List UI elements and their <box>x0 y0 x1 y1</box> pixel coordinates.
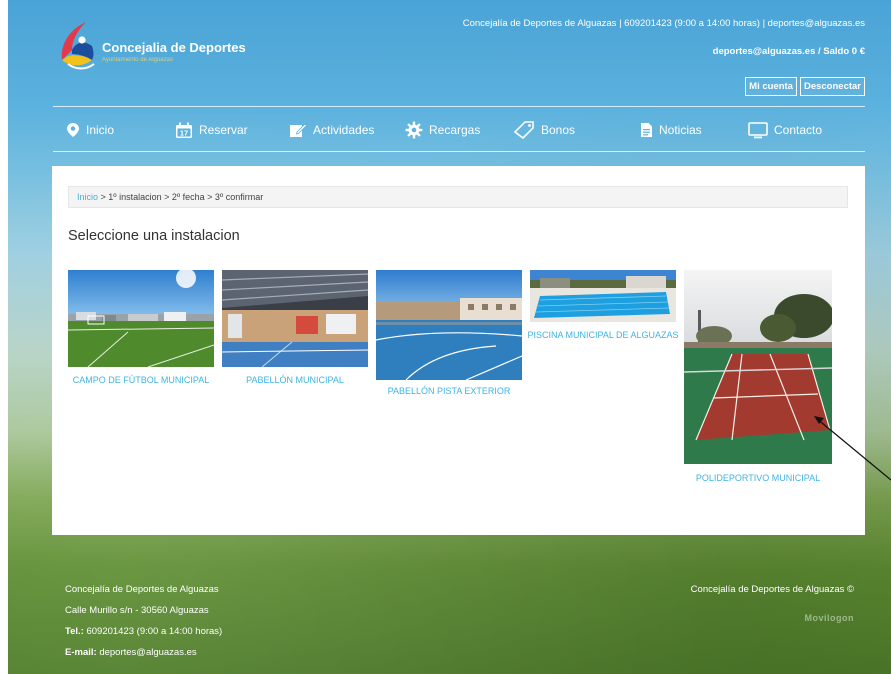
edit-icon <box>290 123 307 137</box>
footer-email-value[interactable]: deportes@alguazas.es <box>97 647 196 658</box>
footer-org: Concejalía de Deportes de Alguazas <box>65 584 219 595</box>
page-title: Seleccione una instalacion <box>68 228 240 244</box>
facility-card-pista-exterior[interactable]: PABELLÓN PISTA EXTERIOR <box>376 270 522 400</box>
main-nav: Inicio 17 Reservar Actividades Recargas … <box>53 110 865 150</box>
facility-label-campo-futbol[interactable]: CAMPO DE FÚTBOL MUNICIPAL <box>64 373 218 387</box>
nav-item-noticias[interactable]: Noticias <box>640 122 702 138</box>
nav-item-inicio[interactable]: Inicio <box>66 122 114 138</box>
facility-card-campo-futbol[interactable]: CAMPO DE FÚTBOL MUNICIPAL <box>68 270 214 410</box>
nav-item-bonos[interactable]: Bonos <box>513 121 575 139</box>
svg-text:17: 17 <box>180 128 188 137</box>
footer-address: Calle Murillo s/n - 30560 Alguazas <box>65 605 209 616</box>
nav-item-recargas[interactable]: Recargas <box>405 121 480 139</box>
footer-email: E-mail: deportes@alguazas.es <box>65 647 197 658</box>
facility-label-polideportivo[interactable]: POLIDEPORTIVO MUNICIPAL <box>680 471 836 485</box>
footer-phone-value: 609201423 (9:00 a 14:00 horas) <box>83 626 223 637</box>
breadcrumb-steps: > 1º instalacion > 2º fecha > 3º confirm… <box>98 192 264 202</box>
facility-label-pabellon-municipal[interactable]: PABELLÓN MUNICIPAL <box>218 373 372 387</box>
footer-copyright: Concejalía de Deportes de Alguazas © <box>690 584 854 595</box>
footer-phone: Tel.: 609201423 (9:00 a 14:00 horas) <box>65 626 222 637</box>
facility-card-pabellon-municipal[interactable]: PABELLÓN MUNICIPAL <box>222 270 368 390</box>
facility-image-pista-exterior[interactable] <box>376 270 522 380</box>
map-pin-icon <box>67 123 79 137</box>
breadcrumb-home-link[interactable]: Inicio <box>77 192 98 202</box>
gear-icon <box>405 121 423 139</box>
my-account-button[interactable]: Mi cuenta <box>745 77 797 96</box>
nav-label-actividades: Actividades <box>313 123 375 137</box>
facility-image-campo-futbol[interactable] <box>68 270 214 367</box>
user-balance: deportes@alguazas.es / Saldo 0 € <box>712 46 865 57</box>
footer-email-label: E-mail: <box>65 647 97 658</box>
monitor-icon <box>748 121 768 138</box>
logo-subtitle: Ayuntamiento de Alguazas <box>102 57 173 63</box>
nav-label-bonos: Bonos <box>541 123 576 137</box>
content-panel: Inicio > 1º instalacion > 2º fecha > 3º … <box>52 166 865 535</box>
nav-item-reservar[interactable]: 17 Reservar <box>175 122 248 139</box>
facility-label-pista-exterior[interactable]: PABELLÓN PISTA EXTERIOR <box>372 384 526 398</box>
nav-divider-top <box>53 106 865 107</box>
facility-image-pabellon-municipal[interactable] <box>222 270 368 367</box>
nav-item-contacto[interactable]: Contacto <box>748 121 823 139</box>
account-buttons: Mi cuenta Desconectar <box>745 77 865 96</box>
nav-label-reservar: Reservar <box>199 123 248 137</box>
nav-item-actividades[interactable]: Actividades <box>289 122 374 138</box>
facility-image-piscina[interactable] <box>530 270 676 322</box>
document-icon <box>641 123 652 137</box>
facility-image-polideportivo[interactable] <box>684 270 832 464</box>
nav-label-noticias: Noticias <box>659 123 702 137</box>
nav-label-contacto: Contacto <box>774 123 823 137</box>
facility-card-polideportivo[interactable]: POLIDEPORTIVO MUNICIPAL <box>684 270 832 490</box>
header-contact-info: Concejalía de Deportes de Alguazas | 609… <box>462 18 865 29</box>
breadcrumb: Inicio > 1º instalacion > 2º fecha > 3º … <box>68 186 848 208</box>
logout-button[interactable]: Desconectar <box>799 77 865 96</box>
facility-card-piscina[interactable]: PISCINA MUNICIPAL DE ALGUAZAS <box>527 270 679 370</box>
footer-phone-label: Tel.: <box>65 626 84 637</box>
nav-divider-bottom <box>53 151 865 152</box>
calendar-icon: 17 <box>176 122 192 138</box>
footer-brand-logo[interactable]: Movilogon <box>805 613 855 623</box>
logo-icon <box>61 22 95 70</box>
nav-label-recargas: Recargas <box>429 123 481 137</box>
page-background: Concejalia de Deportes Ayuntamiento de A… <box>8 0 891 674</box>
logo-title: Concejalia de Deportes <box>102 40 246 55</box>
tag-icon <box>513 121 534 139</box>
facility-label-piscina[interactable]: PISCINA MUNICIPAL DE ALGUAZAS <box>526 328 680 342</box>
nav-label-inicio: Inicio <box>86 123 115 137</box>
site-logo[interactable]: Concejalia de Deportes Ayuntamiento de A… <box>58 20 258 76</box>
